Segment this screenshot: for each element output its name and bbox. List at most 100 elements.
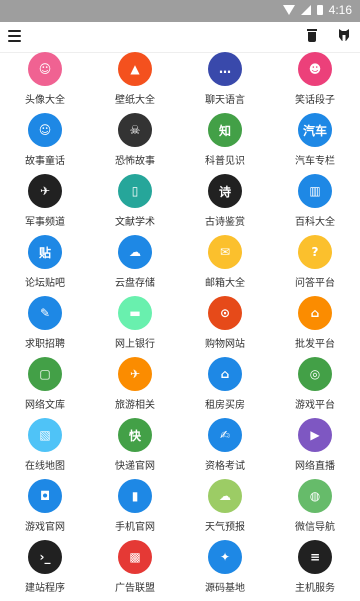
grid-item-label: 网络直播 (295, 461, 335, 472)
grid-item-label: 源码基地 (205, 583, 245, 594)
hamburger-menu-icon[interactable] (8, 30, 21, 42)
grid-item-label: 汽车专栏 (295, 156, 335, 167)
forum-icon: 贴 (28, 235, 62, 269)
game-icon: ◎ (298, 357, 332, 391)
grid-item[interactable]: ▲ 壁纸大全 (90, 52, 180, 113)
express-icon: 快 (118, 418, 152, 452)
science-icon: 知 (208, 113, 242, 147)
grid-item[interactable]: ✦ 源码基地 (180, 540, 270, 601)
grid-item[interactable]: ▮ 手机官网 (90, 479, 180, 540)
status-indicators: 4:16 (282, 3, 352, 17)
literature-icon: ▯ (118, 174, 152, 208)
grid-item[interactable]: 诗古诗鉴赏 (180, 174, 270, 235)
grid-item-label: 网络文库 (25, 400, 65, 411)
grid-item-label: 在线地图 (25, 461, 65, 472)
grid-item-label: 恐怖故事 (115, 156, 155, 167)
grid-item-label: 邮箱大全 (205, 278, 245, 289)
grid-item[interactable]: ☻ 笑话段子 (270, 52, 360, 113)
grid-item-label: 军事频道 (25, 217, 65, 228)
status-time: 4:16 (328, 3, 352, 17)
poetry-icon: 诗 (208, 174, 242, 208)
grid-item[interactable]: ☁ 云盘存储 (90, 235, 180, 296)
grid-item-label: 百科大全 (295, 217, 335, 228)
wechat-icon: ◍ (298, 479, 332, 513)
signal-icon (300, 5, 311, 15)
map-icon: ▧ (28, 418, 62, 452)
grid-item[interactable]: ? 问答平台 (270, 235, 360, 296)
grid-item[interactable]: ▩ 广告联盟 (90, 540, 180, 601)
grid-item-label: 游戏平台 (295, 400, 335, 411)
weather-icon: ☁ (208, 479, 242, 513)
grid-item[interactable]: 贴论坛贴吧 (0, 235, 90, 296)
mail-icon: ✉ (208, 235, 242, 269)
grid-item[interactable]: ›_ 建站程序 (0, 540, 90, 601)
grid-item-label: 旅游相关 (115, 400, 155, 411)
grid-item[interactable]: ✍ 资格考试 (180, 418, 270, 479)
app-bar (0, 22, 360, 53)
avatar-icon: ☺ (28, 52, 62, 86)
grid-item-label: 手机官网 (115, 522, 155, 533)
grid-item-label: 网上银行 (115, 339, 155, 350)
grid-item[interactable]: ◍ 微信导航 (270, 479, 360, 540)
wholesale-icon: ⌂ (298, 296, 332, 330)
grid-item[interactable]: ◘ 游戏官网 (0, 479, 90, 540)
grid-item[interactable]: ▧ 在线地图 (0, 418, 90, 479)
jobs-icon: ✎ (28, 296, 62, 330)
story-icon: ☺ (28, 113, 62, 147)
phone-icon: ▮ (118, 479, 152, 513)
grid-item[interactable]: ▶ 网络直播 (270, 418, 360, 479)
car-icon: 汽车 (298, 113, 332, 147)
grid-item[interactable]: ▬ 网上银行 (90, 296, 180, 357)
status-bar: 4:16 (0, 0, 360, 22)
grid-item-label: 快递官网 (115, 461, 155, 472)
grid-item[interactable]: ✈ 旅游相关 (90, 357, 180, 418)
github-icon[interactable] (337, 28, 351, 42)
wifi-icon (282, 5, 295, 15)
grid-item[interactable]: ✉ 邮箱大全 (180, 235, 270, 296)
grid-item-label: 微信导航 (295, 522, 335, 533)
grid-item[interactable]: ⌂ 租房买房 (180, 357, 270, 418)
ads-icon: ▩ (118, 540, 152, 574)
grid-item-label: 租房买房 (205, 400, 245, 411)
grid-item[interactable]: ✎ 求职招聘 (0, 296, 90, 357)
grid-item[interactable]: ☺ 头像大全 (0, 52, 90, 113)
bank-icon: ▬ (118, 296, 152, 330)
horror-icon: ☠ (118, 113, 152, 147)
grid-item[interactable]: ✈ 军事频道 (0, 174, 90, 235)
grid-item[interactable]: ▢ 网络文库 (0, 357, 90, 418)
grid-item-label: 建站程序 (25, 583, 65, 594)
grid-item[interactable]: ☁ 天气预报 (180, 479, 270, 540)
grid-item-label: 古诗鉴赏 (205, 217, 245, 228)
wallpaper-icon: ▲ (118, 52, 152, 86)
grid-item-label: 资格考试 (205, 461, 245, 472)
grid-item[interactable]: ▯ 文献学术 (90, 174, 180, 235)
grid-item[interactable]: ◎ 游戏平台 (270, 357, 360, 418)
grid-item[interactable]: ☠ 恐怖故事 (90, 113, 180, 174)
category-grid: ☺ 头像大全 ▲ 壁纸大全 … 聊天语言 ☻ 笑话段子 ☺ 故事童话 ☠ 恐怖故事 知科普见识 汽车汽车专… (0, 52, 360, 594)
grid-item-label: 批发平台 (295, 339, 335, 350)
grid-item[interactable]: 知科普见识 (180, 113, 270, 174)
grid-item[interactable]: ☺ 故事童话 (0, 113, 90, 174)
grid-item-label: 故事童话 (25, 156, 65, 167)
grid-item[interactable]: 汽车 汽车专栏 (270, 113, 360, 174)
grid-item[interactable]: ⌂ 批发平台 (270, 296, 360, 357)
grid-item-label: 求职招聘 (25, 339, 65, 350)
grid-item[interactable]: 快快递官网 (90, 418, 180, 479)
grid-item[interactable]: ⊙ 购物网站 (180, 296, 270, 357)
trash-icon[interactable] (307, 29, 317, 42)
exam-icon: ✍ (208, 418, 242, 452)
grid-item[interactable]: … 聊天语言 (180, 52, 270, 113)
travel-icon: ✈ (118, 357, 152, 391)
grid-item[interactable]: ▥ 百科大全 (270, 174, 360, 235)
cloud-disk-icon: ☁ (118, 235, 152, 269)
grid-item-label: 主机服务 (295, 583, 335, 594)
jokes-icon: ☻ (298, 52, 332, 86)
grid-item[interactable]: ≡ 主机服务 (270, 540, 360, 601)
house-icon: ⌂ (208, 357, 242, 391)
library-icon: ▢ (28, 357, 62, 391)
grid-item-label: 壁纸大全 (115, 95, 155, 106)
encyclopedia-icon: ▥ (298, 174, 332, 208)
grid-item-label: 文献学术 (115, 217, 155, 228)
grid-item-label: 天气预报 (205, 522, 245, 533)
game-site-icon: ◘ (28, 479, 62, 513)
